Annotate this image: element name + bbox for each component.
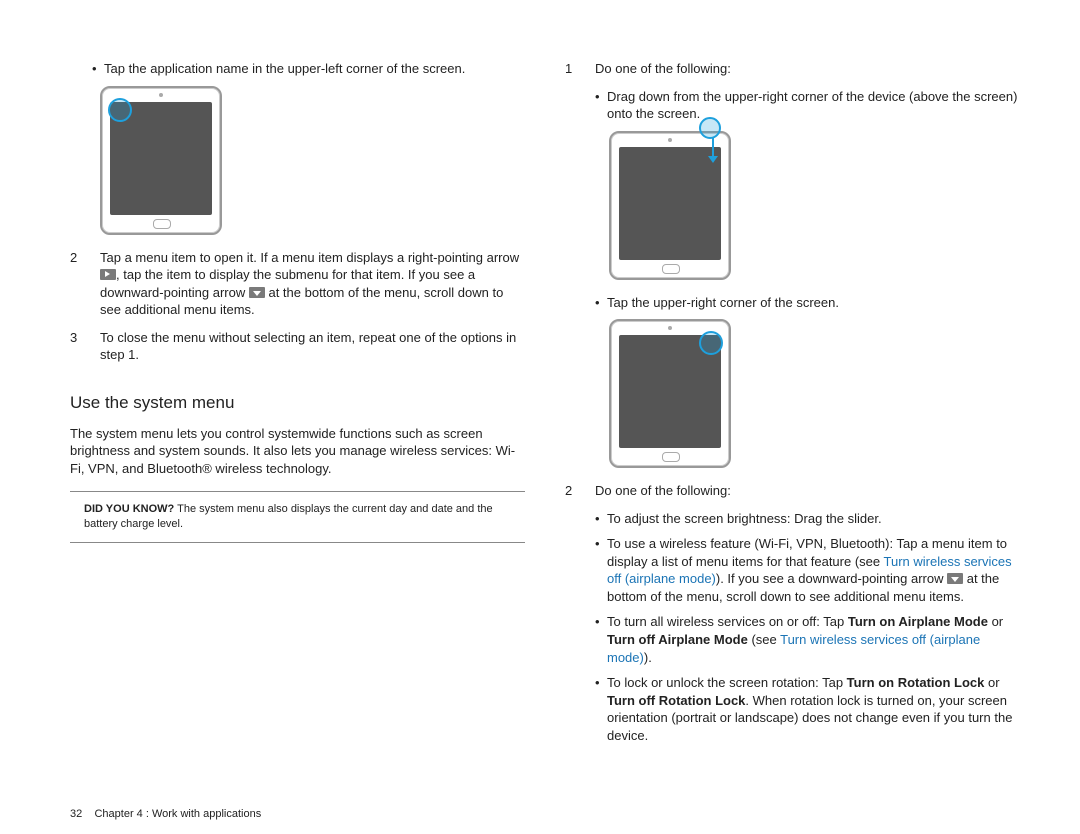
bullet-text: Tap the application name in the upper-le… <box>104 60 465 78</box>
step-text: Do one of the following: <box>595 482 731 500</box>
bullet-item: • Tap the upper-right corner of the scre… <box>595 294 1020 312</box>
down-arrow-icon <box>249 287 265 298</box>
touch-indicator-icon <box>108 98 132 122</box>
tablet-illustration-drag-down <box>609 131 731 280</box>
section-paragraph: The system menu lets you control systemw… <box>70 425 525 478</box>
down-arrow-icon <box>947 573 963 584</box>
bullet-text: Tap the upper-right corner of the screen… <box>607 294 839 312</box>
page-number: 32 <box>70 808 82 820</box>
numbered-step: 2 Do one of the following: <box>565 482 1020 500</box>
bullet-item: • To use a wireless feature (Wi-Fi, VPN,… <box>595 535 1020 605</box>
step-text: To close the menu without selecting an i… <box>100 329 525 364</box>
bullet-text: To turn all wireless services on or off:… <box>607 613 1020 666</box>
dyk-label: DID YOU KNOW? <box>84 503 174 515</box>
step-text: Tap a menu item to open it. If a menu it… <box>100 249 525 319</box>
step-number: 1 <box>565 60 595 78</box>
bullet-item: • Tap the application name in the upper-… <box>92 60 525 78</box>
left-column: • Tap the application name in the upper-… <box>70 60 525 752</box>
section-heading: Use the system menu <box>70 392 525 415</box>
bullet-text: To lock or unlock the screen rotation: T… <box>607 674 1020 744</box>
bullet-dot: • <box>595 88 607 123</box>
drag-arrow-icon <box>712 137 714 161</box>
page-footer: 32 Chapter 4 : Work with applications <box>70 808 261 820</box>
numbered-step: 2 Tap a menu item to open it. If a menu … <box>70 249 525 319</box>
bullet-dot: • <box>595 510 607 528</box>
did-you-know-box: DID YOU KNOW? The system menu also displ… <box>70 491 525 543</box>
bullet-dot: • <box>595 613 607 666</box>
bullet-text: To adjust the screen brightness: Drag th… <box>607 510 882 528</box>
bullet-dot: • <box>595 535 607 605</box>
tablet-illustration-top-left-tap <box>100 86 222 235</box>
bullet-item: • To lock or unlock the screen rotation:… <box>595 674 1020 744</box>
step-number: 2 <box>565 482 595 500</box>
right-arrow-icon <box>100 269 116 280</box>
step-number: 3 <box>70 329 100 364</box>
bullet-item: • Drag down from the upper-right corner … <box>595 88 1020 123</box>
step-text: Do one of the following: <box>595 60 731 78</box>
bullet-item: • To adjust the screen brightness: Drag … <box>595 510 1020 528</box>
touch-indicator-icon <box>699 331 723 355</box>
bullet-text: To use a wireless feature (Wi-Fi, VPN, B… <box>607 535 1020 605</box>
bullet-text: Drag down from the upper-right corner of… <box>607 88 1020 123</box>
bullet-dot: • <box>595 294 607 312</box>
numbered-step: 1 Do one of the following: <box>565 60 1020 78</box>
chapter-label: Chapter 4 : Work with applications <box>94 808 261 820</box>
strong-text: Turn on Rotation Lock <box>847 675 985 690</box>
tablet-illustration-top-right-tap <box>609 319 731 468</box>
bullet-item: • To turn all wireless services on or of… <box>595 613 1020 666</box>
right-column: 1 Do one of the following: • Drag down f… <box>565 60 1020 752</box>
strong-text: Turn on Airplane Mode <box>848 614 988 629</box>
bullet-dot: • <box>595 674 607 744</box>
strong-text: Turn off Rotation Lock <box>607 693 745 708</box>
step-number: 2 <box>70 249 100 319</box>
bullet-dot: • <box>92 60 104 78</box>
strong-text: Turn off Airplane Mode <box>607 632 748 647</box>
touch-indicator-icon <box>699 117 721 139</box>
numbered-step: 3 To close the menu without selecting an… <box>70 329 525 364</box>
